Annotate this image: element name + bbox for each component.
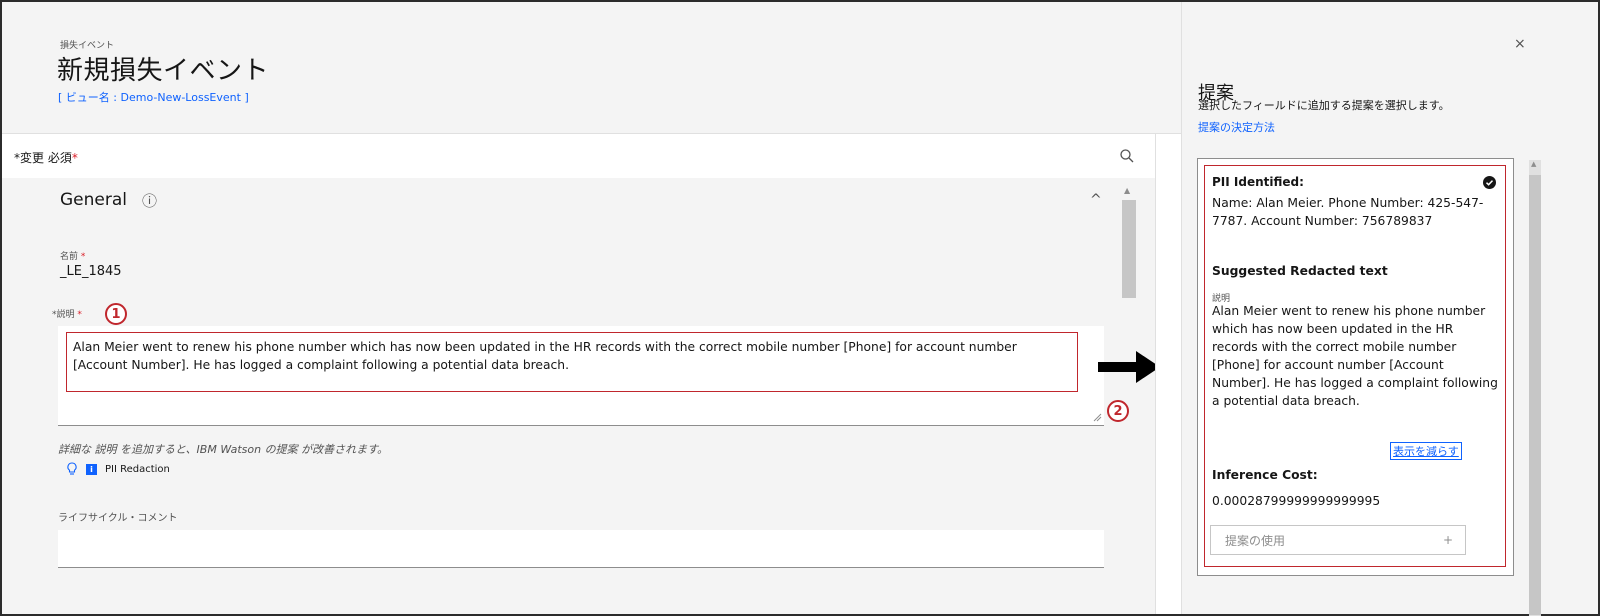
pii-identified-text: Name: Alan Meier. Phone Number: 425-547-… [1212,196,1484,228]
description-text-highlight: Alan Meier went to renew his phone numbe… [66,332,1078,392]
resize-handle-icon[interactable] [1092,412,1102,422]
lifecycle-comment-label: ライフサイクル・コメント [58,513,178,524]
panel-subtitle: 選択したフィールドに追加する提案を選択します。 [1198,99,1450,112]
how-suggestions-link[interactable]: 提案の決定方法 [1198,119,1275,135]
description-label-text: 説明 [56,310,75,320]
ibm-watson-icon: i [86,463,97,475]
required-asterisk: * [80,252,86,262]
required-filter-label[interactable]: *変更 必須* [14,149,78,166]
view-name-link[interactable]: [ ビュー名 : Demo-New-LossEvent ] [58,89,249,105]
page-title: 新規損失イベント [57,56,270,86]
inference-cost-value: 0.00028799999999999995 [1212,494,1381,508]
required-asterisk: * [71,151,78,165]
redacted-text: Alan Meier went to renew his phone numbe… [1212,304,1498,408]
required-filter-text: 変更 必須 [20,151,72,165]
annotation-badge-1: 1 [105,303,127,325]
use-suggestion-button[interactable]: 提案の使用 + [1210,525,1466,555]
name-label-text: 名前 [60,252,79,262]
panel-scrollbar-thumb[interactable] [1529,175,1541,615]
show-less-link[interactable]: 表示を減らす [1390,442,1462,460]
close-icon[interactable]: × [1514,36,1526,52]
pii-redaction-row[interactable]: i PII Redaction [66,462,170,476]
pii-redaction-link[interactable]: PII Redaction [105,464,170,475]
name-label: 名前 * [60,249,85,262]
arrow-right-icon [1098,351,1160,383]
description-label: *説明 * [52,307,82,320]
name-value: _LE_1845 [60,264,122,279]
search-icon[interactable] [1119,148,1135,164]
pii-identified-heading: PII Identified: [1212,175,1304,189]
watson-hint-text: 詳細な 説明 を追加すると、IBM Watson の提案 が改善されます。 [58,443,388,456]
panel-scroll-up-arrow-icon[interactable]: ▲ [1531,160,1536,168]
info-icon[interactable]: ⓘ [142,190,157,211]
form-scrollbar-thumb[interactable] [1122,200,1136,298]
annotation-badge-2: 2 [1107,400,1129,422]
suggested-redacted-heading: Suggested Redacted text [1212,264,1388,278]
required-asterisk: * [77,310,82,320]
scroll-up-arrow-icon[interactable]: ▲ [1124,186,1130,195]
section-title: General [60,190,127,210]
chevron-up-icon[interactable]: ^ [1090,192,1102,208]
panel-gutter [1155,134,1183,614]
form-toolbar: *変更 必須* [2,134,1155,178]
lightbulb-icon [67,462,77,475]
lifecycle-comment-input[interactable] [58,530,1104,568]
inference-cost-heading: Inference Cost: [1212,468,1318,482]
add-icon: + [1442,533,1453,547]
checkmark-filled-icon[interactable] [1483,176,1496,189]
use-suggestion-label: 提案の使用 [1225,533,1286,548]
